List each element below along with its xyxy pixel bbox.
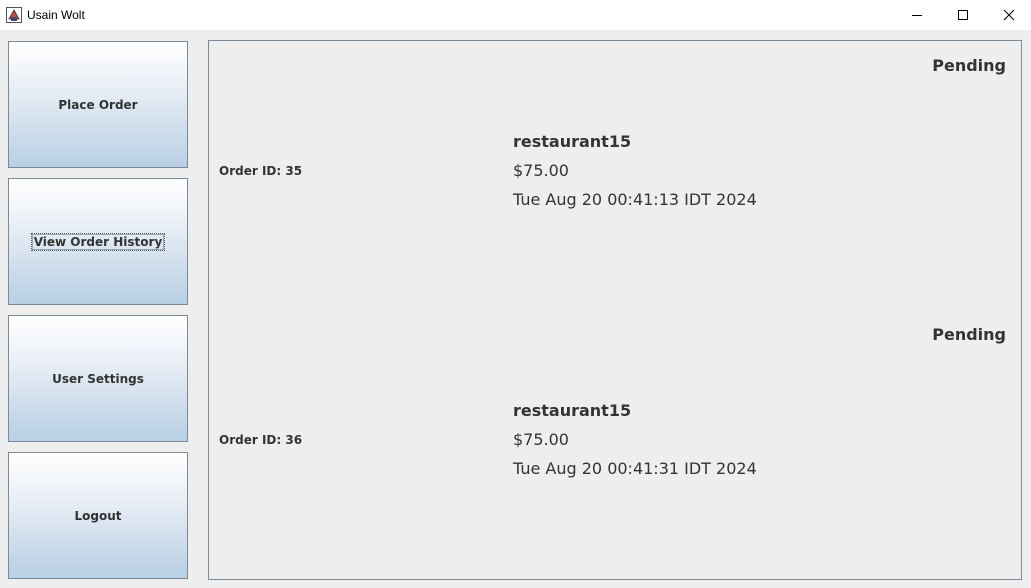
order-status: Pending bbox=[932, 325, 1006, 344]
order-status: Pending bbox=[932, 56, 1006, 75]
view-order-history-button[interactable]: View Order History bbox=[8, 178, 188, 305]
close-button[interactable] bbox=[986, 0, 1031, 30]
title-bar[interactable]: Usain Wolt bbox=[0, 0, 1031, 30]
maximize-button[interactable] bbox=[940, 0, 986, 30]
minimize-icon bbox=[912, 15, 922, 16]
maximize-icon bbox=[958, 10, 968, 20]
order-restaurant: restaurant15 bbox=[513, 132, 632, 151]
user-settings-label: User Settings bbox=[52, 371, 144, 386]
order-price: $75.00 bbox=[513, 161, 569, 180]
user-settings-button[interactable]: User Settings bbox=[8, 315, 188, 442]
order-date: Tue Aug 20 00:41:31 IDT 2024 bbox=[513, 459, 757, 478]
order-restaurant: restaurant15 bbox=[513, 401, 632, 420]
order-id: Order ID: 36 bbox=[219, 433, 303, 447]
close-icon bbox=[1003, 9, 1015, 21]
place-order-button[interactable]: Place Order bbox=[8, 41, 188, 168]
order-date: Tue Aug 20 00:41:13 IDT 2024 bbox=[513, 190, 757, 209]
view-order-history-label: View Order History bbox=[30, 232, 166, 251]
minimize-button[interactable] bbox=[894, 0, 940, 30]
order-id: Order ID: 35 bbox=[219, 164, 303, 178]
java-app-icon bbox=[6, 7, 22, 23]
window-title: Usain Wolt bbox=[27, 8, 85, 22]
order-history-panel: Pending restaurant15 Order ID: 35 $75.00… bbox=[208, 40, 1022, 580]
place-order-label: Place Order bbox=[58, 97, 138, 112]
order-price: $75.00 bbox=[513, 430, 569, 449]
logout-button[interactable]: Logout bbox=[8, 452, 188, 579]
logout-label: Logout bbox=[74, 508, 122, 523]
